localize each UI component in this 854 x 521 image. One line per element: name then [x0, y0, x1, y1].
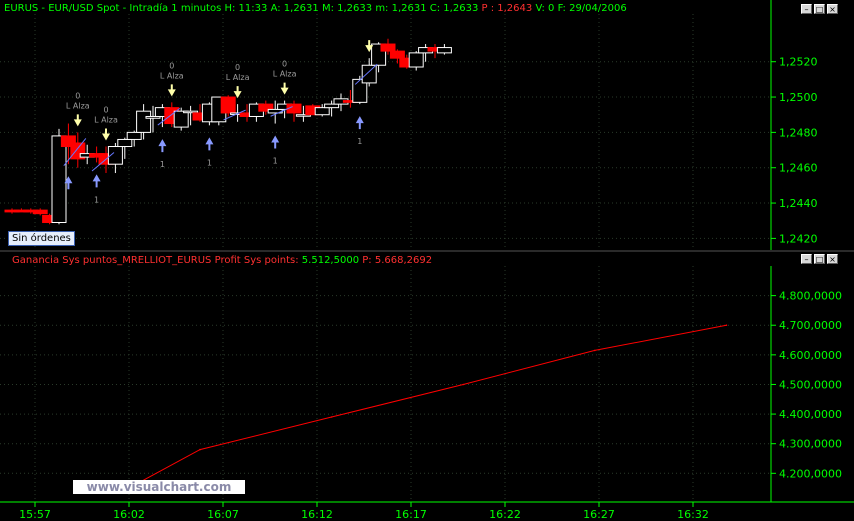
- x-tick-label: 16:07: [207, 508, 239, 521]
- lower-y-tick-label: 4.600,0000: [779, 349, 842, 362]
- upper-y-tick-label: 1,2500: [779, 91, 818, 104]
- lower-y-tick-label: 4.500,0000: [779, 378, 842, 391]
- sell-signal-label: 0: [235, 63, 240, 72]
- sell-signal-label: 0: [103, 106, 108, 115]
- upper-maximize-button[interactable]: □: [814, 4, 825, 14]
- sell-signal-label: 0: [282, 60, 287, 69]
- candle-up: [314, 107, 330, 116]
- upper-y-tick-label: 1,2460: [779, 162, 818, 175]
- upper-title: EURUS - EUR/USD Spot - Intradía 1 minuto…: [4, 2, 627, 14]
- buy-signal-label: 1: [207, 158, 212, 167]
- sell-arrow-icon: [102, 128, 110, 141]
- x-tick-label: 16:22: [489, 508, 521, 521]
- profit-line-layer: [133, 324, 728, 487]
- sell-signal-label: 0: [169, 61, 174, 70]
- candle-down: [380, 43, 396, 52]
- x-tick-label: 16:27: [583, 508, 615, 521]
- trading-chart: 0L Alza10L Alza10L Alza10L Alza10L Alza1…: [0, 0, 854, 521]
- lower-maximize-button[interactable]: □: [814, 254, 825, 264]
- upper-y-tick-label: 1,2420: [779, 232, 818, 245]
- watermark: www.visualchart.com: [73, 480, 245, 494]
- candle-up: [126, 131, 142, 140]
- buy-arrow-icon: [205, 137, 214, 151]
- candle-up: [408, 52, 424, 68]
- sell-signal-label: L Alza: [94, 116, 118, 125]
- lower-y-tick-label: 4.400,0000: [779, 408, 842, 421]
- sell-arrow-icon: [233, 86, 242, 99]
- lower-y-tick-label: 4.200,0000: [779, 467, 842, 480]
- buy-arrow-icon: [158, 139, 167, 153]
- lower-title: Ganancia Sys puntos_MRELLIOT_EURUS Profi…: [12, 255, 432, 266]
- upper-y-tick-label: 1,2520: [779, 56, 818, 69]
- x-tick-label: 16:12: [301, 508, 333, 521]
- sell-arrow-icon: [280, 82, 289, 95]
- upper-minimize-button[interactable]: –: [801, 4, 812, 14]
- candles-layer: [4, 38, 452, 225]
- buy-signal-label: 1: [94, 195, 99, 204]
- lower-close-button[interactable]: ×: [827, 254, 838, 264]
- sell-signal-label: L Alza: [273, 70, 297, 79]
- candle-down: [389, 50, 405, 59]
- x-tick-label: 16:02: [113, 508, 145, 521]
- sell-signal-label: L Alza: [160, 71, 184, 80]
- lower-y-tick-label: 4.700,0000: [779, 319, 842, 332]
- upper-y-tick-label: 1,2440: [779, 197, 818, 210]
- candle-up: [136, 110, 152, 133]
- lower-y-tick-label: 4.300,0000: [779, 438, 842, 451]
- candle-down: [32, 209, 48, 215]
- upper-y-tick-label: 1,2480: [779, 126, 818, 139]
- buy-signal-label: 1: [273, 157, 278, 166]
- sell-signal-label: 0: [75, 91, 80, 100]
- profit-point: [462, 383, 465, 386]
- sell-signal-label: L Alza: [66, 101, 90, 110]
- profit-point: [725, 324, 728, 327]
- buy-signal-label: 1: [357, 137, 362, 146]
- lower-y-tick-label: 4.800,0000: [779, 290, 842, 303]
- x-tick-label: 15:57: [19, 508, 51, 521]
- order-status-badge[interactable]: Sin órdenes: [8, 231, 75, 246]
- profit-point: [594, 349, 596, 352]
- candle-up: [173, 110, 189, 128]
- profit-point: [199, 448, 201, 451]
- sell-signal-label: L Alza: [226, 73, 250, 82]
- candle-up: [51, 135, 67, 223]
- signals-layer: 0L Alza10L Alza10L Alza10L Alza10L Alza1: [63, 40, 378, 204]
- upper-close-button[interactable]: ×: [827, 4, 838, 14]
- candle-up: [324, 103, 340, 109]
- profit-point: [330, 416, 333, 418]
- candle-down: [220, 96, 236, 114]
- buy-arrow-icon: [271, 135, 280, 149]
- lower-minimize-button[interactable]: –: [801, 254, 812, 264]
- profit-line: [133, 324, 727, 486]
- lower-grid: [0, 266, 771, 502]
- candle-up: [361, 64, 377, 84]
- x-tick-label: 16:17: [395, 508, 427, 521]
- candle-up: [117, 138, 133, 148]
- buy-arrow-icon: [355, 116, 364, 130]
- buy-arrow-icon: [92, 174, 101, 188]
- buy-signal-label: 1: [160, 160, 165, 169]
- sell-arrow-icon: [73, 114, 82, 127]
- sell-arrow-icon: [167, 84, 176, 97]
- candle-up: [436, 47, 452, 54]
- x-tick-label: 16:32: [677, 508, 709, 521]
